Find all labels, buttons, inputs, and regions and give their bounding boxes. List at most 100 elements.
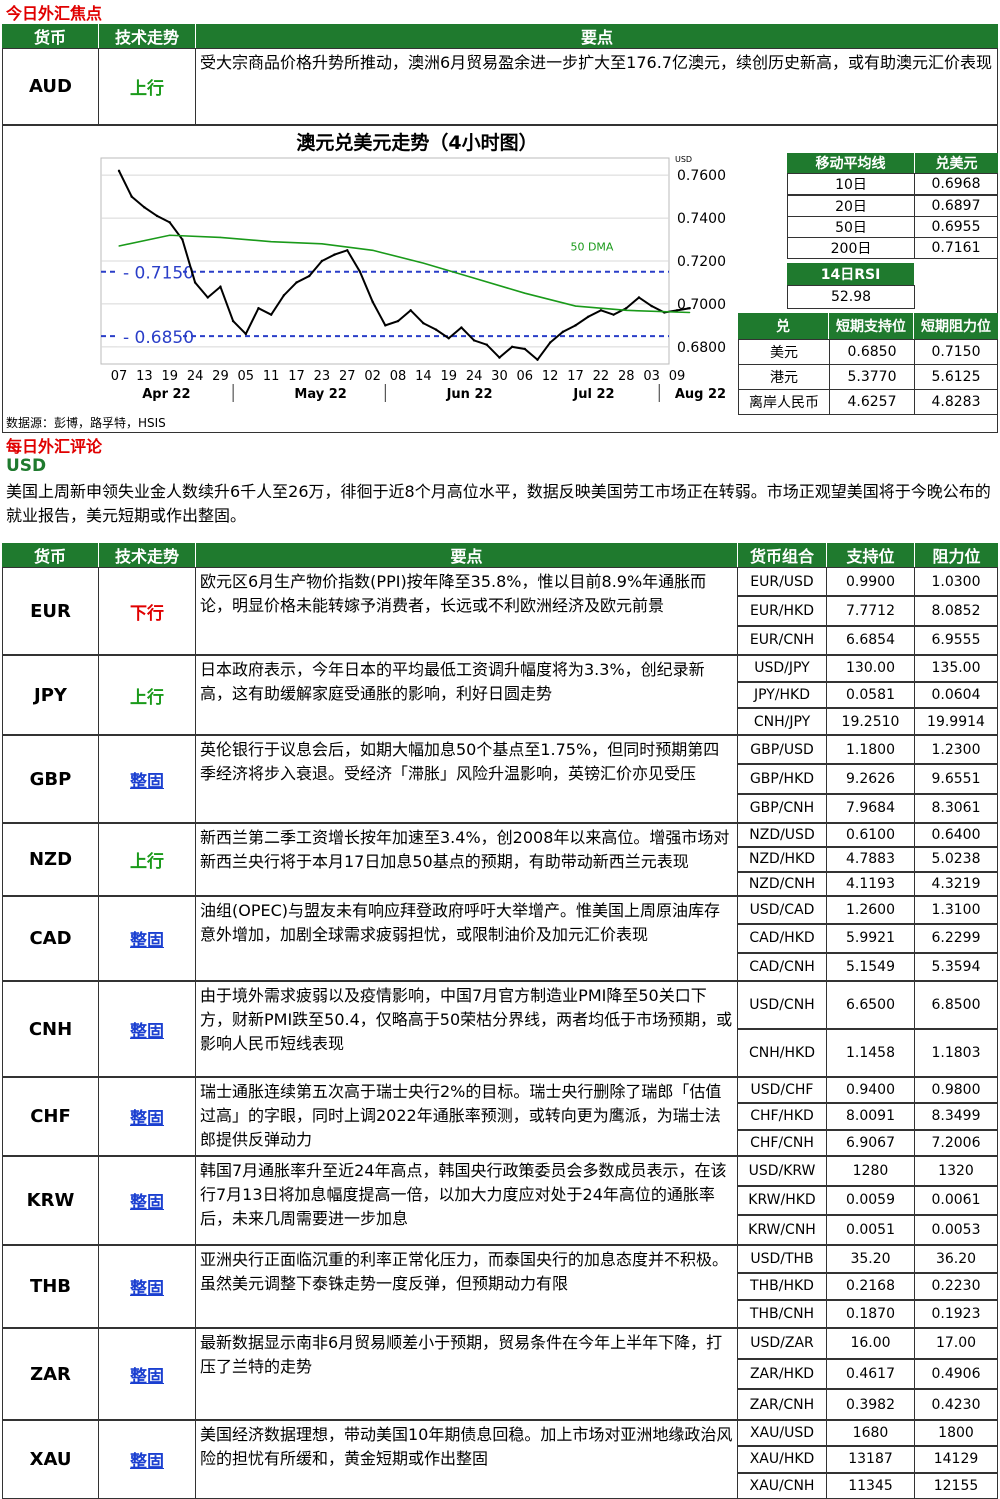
ma-value: 0.6955: [914, 216, 998, 238]
price-point: [257, 307, 260, 310]
price-point: [510, 345, 514, 349]
levels-resistance: 4.8283: [914, 389, 998, 415]
rsi-value: 52.98: [787, 285, 915, 309]
ma-period: 50日: [787, 216, 915, 238]
price-point: [485, 343, 488, 346]
row-currency: CHF: [2, 1077, 99, 1156]
pair-support: 6.9067: [826, 1129, 915, 1156]
row-currency: CNH: [2, 981, 99, 1077]
price-point: [231, 319, 235, 323]
row-currency: NZD: [2, 823, 99, 896]
price-point: [625, 307, 628, 310]
main-header-support: 支持位: [827, 543, 914, 567]
price-point: [269, 313, 273, 316]
y-tick-label: 0.6800: [677, 340, 726, 356]
pair-resistance: 8.0852: [914, 596, 998, 626]
x-tick-label: 19: [440, 369, 457, 384]
pair-name: CHF/CNH: [737, 1129, 827, 1156]
pair-name: USD/KRW: [737, 1156, 827, 1186]
pair-resistance: 0.1923: [914, 1300, 998, 1328]
dma-point: [270, 241, 272, 243]
dma-point: [524, 292, 526, 294]
pair-support: 0.0581: [826, 681, 915, 709]
focus-trend: 上行: [98, 48, 196, 125]
price-point: [168, 221, 171, 224]
levels-support: 5.3770: [829, 364, 915, 390]
pair-resistance: 12155: [914, 1472, 998, 1499]
pair-resistance: 5.0238: [914, 847, 998, 872]
price-point: [587, 315, 590, 318]
price-point: [358, 270, 362, 273]
price-point: [498, 356, 501, 359]
pair-resistance: 1800: [914, 1420, 998, 1447]
pair-resistance: 8.3061: [914, 793, 998, 823]
price-point: [460, 326, 463, 329]
usd-label: USD: [6, 456, 47, 476]
y-tick-label: 0.7000: [677, 297, 726, 313]
price-point: [434, 328, 438, 331]
price-point: [295, 281, 298, 284]
price-point: [155, 214, 159, 218]
pair-resistance: 7.2006: [914, 1129, 998, 1156]
row-note: 油组(OPEC)与盟友未有响应拜登政府呼吁大举增产。惟美国上周原油库存意外增加，…: [195, 896, 738, 981]
y-tick-label: 0.7200: [677, 254, 726, 270]
pair-support: 5.1549: [826, 952, 915, 981]
pair-support: 35.20: [826, 1245, 915, 1273]
focus-header-currency: 货币: [2, 24, 98, 48]
price-point: [206, 296, 209, 299]
ma-value: 0.7161: [914, 237, 998, 259]
row-note: 亚洲央行正面临沉重的利率正常化压力，而泰国央行的加息态度并不积极。虽然美元调整下…: [195, 1245, 738, 1328]
pair-name: JPY/HKD: [737, 681, 827, 709]
x-tick-label: 17: [567, 369, 584, 384]
levels-resistance: 5.6125: [914, 364, 998, 390]
focus-header-note: 要点: [196, 24, 998, 48]
levels-resistance: 0.7150: [914, 339, 998, 365]
price-point: [409, 309, 412, 312]
pair-support: 1.1800: [826, 735, 915, 765]
row-trend: 上行: [98, 655, 196, 735]
price-point: [536, 358, 539, 361]
pair-name: ZAR/HKD: [737, 1358, 827, 1390]
row-trend: 整固: [98, 1245, 196, 1328]
dma-point: [219, 236, 222, 238]
dma-point: [574, 305, 577, 307]
price-point: [650, 304, 653, 308]
pair-support: 7.9684: [826, 793, 915, 823]
row-currency: EUR: [2, 567, 99, 655]
x-tick-label: 02: [364, 369, 381, 384]
pair-support: 4.7883: [826, 847, 915, 872]
pair-name: CHF/HKD: [737, 1103, 827, 1130]
price-point: [320, 259, 324, 263]
focus-section-title: 今日外汇焦点: [6, 4, 103, 23]
price-point: [181, 238, 184, 241]
dma-point: [169, 234, 171, 236]
usd-commentary: 美国上周新申领失业金人数续升6千人至26万，徘徊于近8个月高位水平，数据反映美国…: [6, 482, 991, 525]
row-note: 欧元区6月生产物价指数(PPI)按年降至35.8%，惟以目前8.9%年通胀而论，…: [195, 567, 738, 655]
x-tick-label: 14: [415, 369, 432, 384]
pair-name: CNH/HKD: [737, 1029, 827, 1077]
ma-period: 200日: [787, 237, 915, 259]
unit-label: USD: [675, 155, 692, 164]
row-trend: 下行: [98, 567, 196, 655]
pair-support: 6.6500: [826, 981, 915, 1029]
pair-name: USD/ZAR: [737, 1328, 827, 1359]
price-point: [574, 324, 577, 327]
main-header-pair: 货币组合: [738, 543, 826, 567]
pair-name: XAU/CNH: [737, 1472, 827, 1499]
row-currency: ZAR: [2, 1328, 99, 1420]
price-point: [447, 337, 450, 340]
price-point: [675, 309, 679, 312]
row-currency: JPY: [2, 655, 99, 735]
price-point: [117, 169, 121, 173]
pair-name: CAD/HKD: [737, 924, 827, 953]
pair-resistance: 1320: [914, 1156, 998, 1186]
pair-name: GBP/USD: [737, 735, 827, 765]
pair-resistance: 6.9555: [914, 625, 998, 655]
price-point: [333, 253, 336, 256]
levels-header-resistance: 短期阻力位: [914, 313, 998, 339]
pair-resistance: 0.4906: [914, 1358, 998, 1390]
pair-name: GBP/CNH: [737, 793, 827, 823]
row-trend: 整固: [98, 896, 196, 981]
x-tick-label: 13: [136, 369, 153, 384]
x-month-label: Apr 22: [142, 387, 190, 402]
